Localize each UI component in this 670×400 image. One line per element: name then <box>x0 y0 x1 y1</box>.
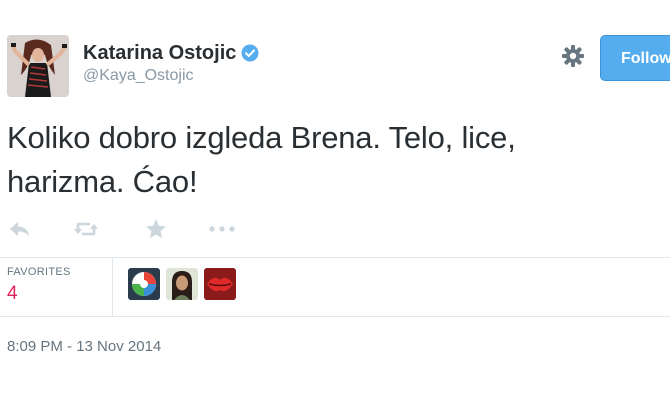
fullname-row: Katarina Ostojic <box>83 42 259 64</box>
stats-bottom-divider <box>0 316 670 317</box>
favorites-count: 4 <box>7 283 18 304</box>
verified-badge-icon <box>241 44 259 62</box>
follow-button[interactable]: Follow <box>600 35 670 81</box>
author-avatar[interactable] <box>7 35 69 97</box>
tweet-text-line-1: Koliko dobro izgleda Brena. Telo, lice, <box>7 120 516 155</box>
stats-vertical-divider <box>112 258 113 316</box>
favoriter-avatar-1-image <box>128 268 160 300</box>
favoriter-avatar-3[interactable] <box>204 268 236 300</box>
author-avatar-image <box>7 35 69 97</box>
favoriter-avatar-3-image <box>204 268 236 300</box>
retweet-icon[interactable] <box>73 217 99 241</box>
stats-top-divider <box>0 257 670 258</box>
gear-icon[interactable] <box>561 44 585 68</box>
favoriter-avatar-2-image <box>166 268 198 300</box>
author-screen-name[interactable]: @Kaya_Ostojic <box>83 67 259 85</box>
tweet-header: Katarina Ostojic @Kaya_Ostojic Follow <box>7 35 670 97</box>
tweet-timestamp[interactable]: 8:09 PM - 13 Nov 2014 <box>7 338 161 355</box>
more-icon[interactable] <box>207 217 237 241</box>
favoriter-avatar-2[interactable] <box>166 268 198 300</box>
author-names: Katarina Ostojic @Kaya_Ostojic <box>83 42 259 85</box>
tweet-text-line-2: harizma. Ćao! <box>7 164 198 199</box>
favorite-star-icon[interactable] <box>143 217 169 241</box>
tweet-card: Katarina Ostojic @Kaya_Ostojic Follow Ko… <box>0 0 670 400</box>
tweet-text: Koliko dobro izgleda Brena. Telo, lice, … <box>7 116 657 204</box>
author-fullname[interactable]: Katarina Ostojic <box>83 42 236 65</box>
tweet-actions <box>7 217 307 241</box>
favorites-label: FAVORITES <box>7 266 71 278</box>
favoriter-avatar-1[interactable] <box>128 268 160 300</box>
reply-icon[interactable] <box>7 217 33 241</box>
